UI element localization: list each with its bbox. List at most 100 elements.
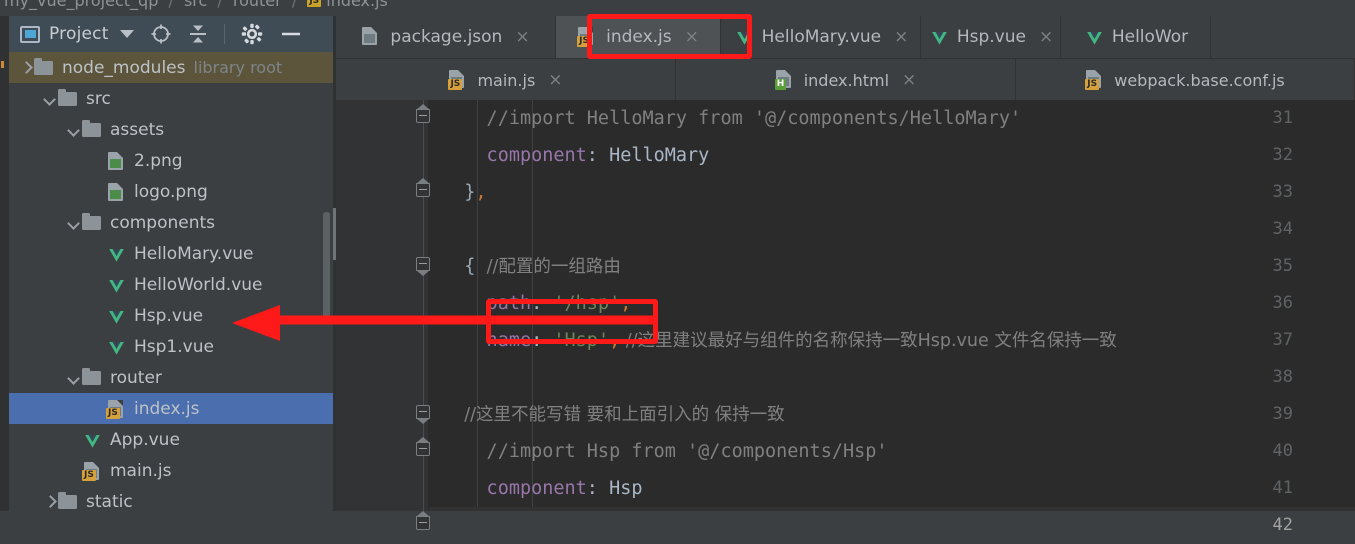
- settings-gear-icon[interactable]: [241, 23, 263, 45]
- code-line[interactable]: path: '/hsp',: [429, 285, 1355, 322]
- editor-tab-hellomary-vue[interactable]: HelloMary.vue ×: [721, 16, 921, 58]
- tree-item-2-png[interactable]: 2.png: [9, 145, 333, 176]
- editor-area: package.json × JS index.js × HelloMary.vue × Hs…: [336, 16, 1355, 535]
- ide-window: my_vue_project_qp / src / router / JS in…: [0, 0, 1355, 535]
- code-editor[interactable]: 31 32 33 34 35 36 37 38 39 40 41 42 //import HelloM…: [336, 100, 1355, 535]
- project-tree-scrollbar[interactable]: [323, 212, 330, 322]
- code-line[interactable]: //import Hsp from '@/components/Hsp': [429, 433, 1355, 470]
- editor-tab-row-1[interactable]: package.json × JS index.js × HelloMary.vue × Hs…: [336, 16, 1355, 59]
- tree-item-helloworld-vue[interactable]: HelloWorld.vue: [9, 269, 333, 300]
- minimize-icon[interactable]: [279, 23, 303, 45]
- code-token: :: [586, 478, 610, 499]
- tree-item-hsp-vue[interactable]: Hsp.vue: [9, 300, 333, 331]
- vue-file-icon: [1083, 27, 1103, 47]
- tree-item-assets[interactable]: assets: [9, 114, 333, 145]
- code-text[interactable]: //import HelloMary from '@/components/He…: [429, 100, 1355, 511]
- editor-tab-label: HelloWor: [1111, 27, 1189, 47]
- tree-item-hellomary-vue[interactable]: HelloMary.vue: [9, 238, 333, 269]
- left-tool-strip: [0, 16, 9, 511]
- editor-tab-index-js[interactable]: JS index.js ×: [556, 16, 721, 58]
- code-line[interactable]: },: [429, 174, 1355, 211]
- close-icon[interactable]: ×: [685, 28, 699, 46]
- vue-file-icon: [81, 430, 103, 450]
- vue-file-icon: [105, 244, 127, 264]
- folder-icon: [81, 119, 103, 140]
- code-line[interactable]: [429, 211, 1355, 248]
- project-view-icon: [20, 25, 40, 43]
- tree-item-main-js[interactable]: JS main.js: [9, 455, 333, 486]
- code-line[interactable]: name: 'Hsp', //这里建议最好与组件的名称保持一致Hsp.vue 文…: [429, 322, 1355, 359]
- chevron-right-icon[interactable]: [19, 61, 33, 75]
- close-icon[interactable]: ×: [548, 71, 562, 89]
- vue-file-icon: [105, 306, 127, 326]
- project-tree[interactable]: node_modules library root src assets 2.png lo…: [9, 52, 333, 511]
- code-line[interactable]: component: Hsp: [429, 470, 1355, 507]
- breadcrumb-segment-project[interactable]: my_vue_project_qp: [4, 0, 158, 9]
- tree-item-hsp1-vue[interactable]: Hsp1.vue: [9, 331, 333, 362]
- editor-tab-hsp-vue[interactable]: Hsp.vue ×: [921, 16, 1061, 58]
- breadcrumb-segment-router[interactable]: router: [233, 0, 282, 9]
- code-line[interactable]: { //配置的一组路由: [429, 248, 1355, 285]
- code-token: 'Hsp': [553, 330, 610, 351]
- breadcrumb-file[interactable]: index.js: [326, 0, 388, 9]
- code-token: '/hsp': [553, 293, 621, 314]
- tree-item-static[interactable]: static: [9, 486, 333, 511]
- editor-tab-main-js[interactable]: JS main.js ×: [336, 59, 676, 101]
- code-line[interactable]: },: [429, 507, 1355, 511]
- close-icon[interactable]: ×: [515, 28, 529, 46]
- editor-tab-package-json[interactable]: package.json ×: [336, 16, 556, 58]
- breadcrumb-separator: /: [168, 0, 174, 10]
- code-line[interactable]: //这里不能写错 要和上面引入的 保持一致: [429, 396, 1355, 433]
- chevron-down-icon[interactable]: [67, 216, 81, 230]
- tree-item-index-js[interactable]: JS index.js: [9, 393, 333, 424]
- chevron-down-icon[interactable]: [67, 123, 81, 137]
- code-token: ,: [620, 293, 632, 314]
- tree-item-suffix: library root: [193, 58, 283, 77]
- folder-icon: [33, 57, 55, 78]
- code-fold-toggle[interactable]: [415, 507, 432, 544]
- close-icon[interactable]: ×: [1039, 28, 1053, 46]
- editor-tab-hellowor[interactable]: HelloWor: [1061, 16, 1211, 58]
- breadcrumb-separator: /: [217, 0, 223, 10]
- js-file-icon: JS: [1085, 70, 1105, 90]
- chevron-right-icon[interactable]: [43, 495, 57, 509]
- tree-item-src[interactable]: src: [9, 83, 333, 114]
- folder-icon: [81, 212, 103, 233]
- chevron-down-icon[interactable]: [119, 30, 134, 38]
- code-line[interactable]: [429, 359, 1355, 396]
- breadcrumb-segment-src[interactable]: src: [184, 0, 207, 9]
- tree-item-components[interactable]: components: [9, 207, 333, 238]
- tree-item-label: Hsp1.vue: [134, 336, 214, 357]
- code-token: //import HelloMary from '@/components/He…: [442, 108, 1022, 129]
- tree-item-label: Hsp.vue: [134, 305, 204, 326]
- locate-target-icon[interactable]: [150, 23, 172, 45]
- code-token: //这里建议最好与组件的名称保持一致Hsp.vue 文件名保持一致: [620, 331, 1117, 351]
- tree-item-label: src: [86, 88, 111, 109]
- editor-tab-label: main.js: [477, 70, 536, 90]
- code-line[interactable]: //import HelloMary from '@/components/He…: [429, 100, 1355, 137]
- close-icon[interactable]: ×: [902, 71, 916, 89]
- html-file-icon: H: [774, 70, 795, 90]
- code-token: ,: [609, 330, 621, 351]
- tree-item-router[interactable]: router: [9, 362, 333, 393]
- editor-tab-row-2[interactable]: JS main.js × Hindex.html × JS webpack.base.con…: [336, 59, 1355, 101]
- breadcrumb[interactable]: my_vue_project_qp / src / router / JS in…: [0, 0, 1355, 16]
- chevron-down-icon[interactable]: [67, 371, 81, 385]
- tree-item-label: 2.png: [134, 150, 183, 171]
- tree-item-label: App.vue: [110, 429, 180, 450]
- editor-tab-webpack-base-conf-js[interactable]: JS webpack.base.conf.js: [1016, 59, 1355, 101]
- editor-tab-label: index.html: [803, 70, 890, 90]
- code-line[interactable]: component: HelloMary: [429, 137, 1355, 174]
- image-file-icon: [105, 151, 127, 171]
- tree-item-node-modules[interactable]: node_modules library root: [9, 52, 333, 83]
- tree-item-app-vue[interactable]: App.vue: [9, 424, 333, 455]
- editor-tab-index-html[interactable]: Hindex.html ×: [676, 59, 1016, 101]
- vue-file-icon: [928, 27, 948, 47]
- collapse-all-icon[interactable]: [188, 23, 208, 45]
- close-icon[interactable]: ×: [894, 28, 908, 46]
- tree-item-logo-png[interactable]: logo.png: [9, 176, 333, 207]
- strip-marker: [1, 61, 4, 68]
- chevron-down-icon[interactable]: [43, 92, 57, 106]
- code-token: component: [442, 478, 587, 499]
- json-file-icon: [361, 27, 381, 47]
